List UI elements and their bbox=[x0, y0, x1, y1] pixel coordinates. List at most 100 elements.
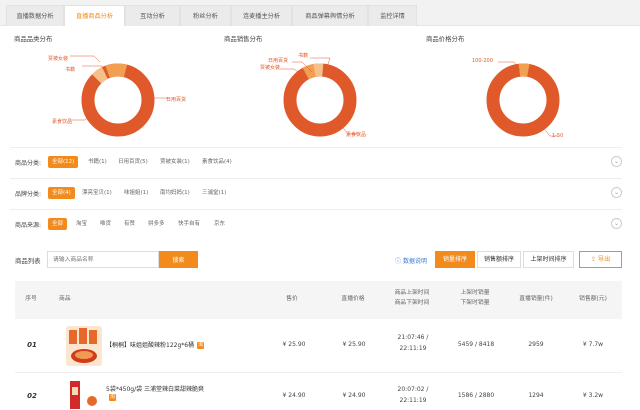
product-name-text: 【桐桐】味姐姐酸辣粉122g*6桶 bbox=[106, 342, 195, 349]
donut2-label-0: 书籍 bbox=[298, 53, 309, 59]
tag-icon: 淘 bbox=[197, 342, 205, 349]
row-index: 01 bbox=[27, 341, 37, 349]
tab-interaction[interactable]: 互动分析 bbox=[125, 5, 180, 26]
chip-source-weihuo[interactable]: 唯货 bbox=[96, 218, 115, 230]
export-icon: ⇪ bbox=[590, 256, 596, 263]
chart-title-category: 商品品类分布 bbox=[14, 35, 53, 43]
donut1-label-0: 贾被女装 bbox=[48, 56, 69, 62]
question-circle-icon: ⓘ bbox=[395, 258, 402, 265]
cell-live-price: ¥ 25.90 bbox=[342, 341, 366, 348]
th-time-on: 商品上架时间 bbox=[394, 290, 430, 296]
cell-time-off: 22:11:19 bbox=[399, 345, 427, 352]
cell-sales: 1586 / 2880 bbox=[457, 392, 495, 399]
chip-source-jd[interactable]: 京东 bbox=[210, 218, 229, 230]
list-label: 商品列表 bbox=[15, 257, 41, 265]
chip-source-kuaishou[interactable]: 快手自有 bbox=[174, 218, 204, 230]
th-index: 序号 bbox=[25, 296, 37, 302]
donut2-label-3: 素食饮品 bbox=[346, 132, 367, 138]
th-live-sales: 直播销量(件) bbox=[519, 296, 553, 302]
table-header: 序号 商品 售价 直播价格 商品上架时间 商品下架时间 上架时销量 下架时销量 … bbox=[15, 281, 622, 319]
cell-time-off: 22:11:19 bbox=[399, 397, 427, 404]
cell-amount: ¥ 3.2w bbox=[582, 392, 604, 399]
tab-live-data[interactable]: 直播数据分析 bbox=[6, 5, 64, 26]
chip-source-pdd[interactable]: 拼多多 bbox=[144, 218, 169, 230]
tab-monitor[interactable]: 监控详情 bbox=[368, 5, 417, 26]
cell-live-sales: 1294 bbox=[528, 392, 544, 399]
chevron-down-icon[interactable]: ⌄ bbox=[611, 187, 622, 198]
data-desc-link[interactable]: ⓘ 数据说明 bbox=[395, 256, 427, 265]
chip-brand-all[interactable]: 全部(4) bbox=[48, 187, 75, 199]
filter-brand: 品牌分类: 全部(4) 漂亮宝贝(1) 味姐姐(1) 南均妈妈(1) 三浦堂(1… bbox=[10, 185, 622, 203]
product-image bbox=[66, 326, 102, 366]
chip-brand-4[interactable]: 三浦堂(1) bbox=[198, 187, 230, 199]
cell-price: ¥ 25.90 bbox=[282, 341, 306, 348]
product-image bbox=[66, 379, 102, 410]
chip-source-all[interactable]: 全部 bbox=[48, 218, 68, 230]
divider bbox=[10, 178, 622, 179]
donut1-label-2: 日用百货 bbox=[166, 97, 187, 103]
sort-time-button[interactable]: 上架时间排序 bbox=[523, 251, 574, 268]
row-index: 02 bbox=[27, 392, 37, 400]
tab-bar: 直播数据分析 直播商品分析 互动分析 粉丝分析 连麦播主分析 商品弹幕舆情分析 … bbox=[0, 0, 640, 27]
tab-live-products[interactable]: 直播商品分析 bbox=[64, 5, 125, 27]
cell-amount: ¥ 7.7w bbox=[582, 341, 604, 348]
th-amount: 销售额(元) bbox=[579, 296, 607, 302]
cell-time-on: 21:07:46 / bbox=[397, 334, 429, 341]
chip-category-women[interactable]: 贾被女装(1) bbox=[156, 156, 194, 168]
product-name[interactable]: 5袋*450g/袋 三浦堂辣白菜甜辣脆爽 bbox=[106, 384, 204, 393]
chip-brand-2[interactable]: 味姐姐(1) bbox=[120, 187, 152, 199]
cell-live-sales: 2959 bbox=[528, 341, 544, 348]
donut3-label-0: 100-200 bbox=[472, 58, 493, 64]
data-desc-text: 数据说明 bbox=[402, 258, 427, 265]
th-time-off: 商品下架时间 bbox=[394, 300, 430, 306]
filter-label: 商品分类: bbox=[15, 160, 42, 167]
donut2-label-2: 贾被女装 bbox=[260, 65, 281, 71]
donut1-label-3: 素食饮品 bbox=[52, 119, 73, 125]
product-name-text: 5袋*450g/袋 三浦堂辣白菜甜辣脆爽 bbox=[106, 386, 205, 393]
chip-category-food[interactable]: 素食饮品(4) bbox=[198, 156, 236, 168]
cell-time-on: 20:07:02 / bbox=[397, 386, 429, 393]
chevron-down-icon[interactable]: ⌄ bbox=[611, 156, 622, 167]
divider bbox=[10, 209, 622, 210]
chip-category-all[interactable]: 全部(12) bbox=[48, 156, 79, 168]
th-price: 售价 bbox=[286, 296, 298, 302]
chart-title-price: 商品价格分布 bbox=[426, 35, 465, 43]
th-sales-on: 上架时销量 bbox=[460, 290, 490, 296]
chip-source-taobao[interactable]: 淘宝 bbox=[72, 218, 91, 230]
tab-fans[interactable]: 粉丝分析 bbox=[180, 5, 231, 26]
chevron-down-icon[interactable]: ⌄ bbox=[611, 218, 622, 229]
donut1-label-1: 书籍 bbox=[65, 67, 76, 73]
filter-category: 商品分类: 全部(12) 书籍(1) 日用百货(5) 贾被女装(1) 素食饮品(… bbox=[10, 154, 622, 172]
th-product: 商品 bbox=[59, 296, 71, 302]
tab-linkmic[interactable]: 连麦播主分析 bbox=[231, 5, 292, 26]
cell-sales: 5459 / 8418 bbox=[457, 341, 495, 348]
export-label: 导出 bbox=[597, 256, 611, 263]
sort-amount-button[interactable]: 销售额排序 bbox=[477, 251, 521, 268]
cell-price: ¥ 24.90 bbox=[282, 392, 306, 399]
table-row[interactable]: 01 【桐桐】味姐姐酸辣粉122g*6桶淘 ¥ 25.90 ¥ 25.90 21… bbox=[15, 319, 622, 373]
cell-live-price: ¥ 24.90 bbox=[342, 392, 366, 399]
chip-source-youzan[interactable]: 有赞 bbox=[120, 218, 139, 230]
chip-brand-1[interactable]: 漂亮宝贝(1) bbox=[78, 187, 116, 199]
table-row[interactable]: 02 5袋*450g/袋 三浦堂辣白菜甜辣脆爽 淘 ¥ 24.90 ¥ 24.9… bbox=[15, 374, 622, 410]
donut2-label-1: 日用百货 bbox=[268, 58, 289, 64]
sort-sales-button[interactable]: 销量排序 bbox=[435, 251, 475, 268]
export-button[interactable]: ⇪ 导出 bbox=[579, 251, 622, 268]
search-input[interactable] bbox=[47, 251, 159, 268]
divider bbox=[10, 147, 622, 148]
search-button[interactable]: 搜索 bbox=[159, 251, 198, 268]
tab-barrage[interactable]: 商品弹幕舆情分析 bbox=[292, 5, 368, 26]
filter-source-row: 商品来源: 全部 淘宝 唯货 有赞 拼多多 快手自有 京东 ⌄ bbox=[10, 216, 622, 234]
filter-label: 品牌分类: bbox=[15, 191, 42, 198]
donut3-label-1: 1-50 bbox=[552, 133, 564, 139]
th-live-price: 直播价格 bbox=[341, 296, 365, 302]
chip-category-books[interactable]: 书籍(1) bbox=[84, 156, 111, 168]
chip-brand-3[interactable]: 南均妈妈(1) bbox=[156, 187, 194, 199]
product-name[interactable]: 【桐桐】味姐姐酸辣粉122g*6桶淘 bbox=[106, 340, 205, 349]
tag-icon: 淘 bbox=[109, 394, 116, 401]
chart-title-sales: 商品销售分布 bbox=[224, 35, 263, 43]
filter-label: 商品来源: bbox=[15, 222, 42, 229]
th-sales-off: 下架时销量 bbox=[460, 300, 490, 306]
product-tag: 淘 bbox=[106, 394, 116, 401]
chip-category-daily[interactable]: 日用百货(5) bbox=[114, 156, 152, 168]
